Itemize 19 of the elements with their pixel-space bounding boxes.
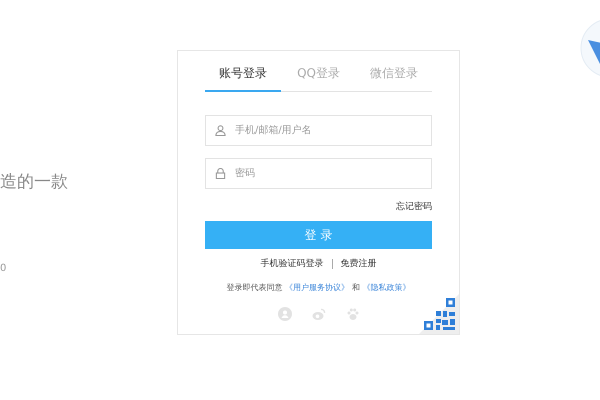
service-agreement-link[interactable]: 《用户服务协议》 bbox=[285, 283, 350, 292]
password-field[interactable]: 密码 bbox=[205, 158, 432, 189]
lock-icon bbox=[215, 168, 226, 179]
paw-icon[interactable] bbox=[346, 307, 360, 321]
person-circle-icon[interactable] bbox=[278, 307, 292, 321]
tagline-text: 造的一款 bbox=[0, 171, 69, 193]
login-tab[interactable]: 账号登录 bbox=[205, 59, 281, 92]
username-field[interactable]: 手机/邮箱/用户名 bbox=[205, 115, 432, 146]
user-icon bbox=[215, 125, 226, 136]
sms-login-link[interactable]: 手机验证码登录 bbox=[260, 257, 324, 270]
register-link[interactable]: 免费注册 bbox=[340, 257, 376, 270]
login-tab[interactable]: 微信登录 bbox=[356, 59, 432, 92]
qr-code-icon[interactable] bbox=[419, 294, 459, 334]
forgot-password-link[interactable]: 忘记密码 bbox=[396, 200, 432, 213]
login-button[interactable]: 登 录 bbox=[205, 221, 432, 249]
login-tab[interactable]: QQ登录 bbox=[280, 59, 356, 92]
footnote-text: 0 bbox=[0, 263, 8, 274]
privacy-policy-link[interactable]: 《隐私政策》 bbox=[362, 283, 410, 292]
agreement-text: 登录即代表同意 《用户服务协议》 和 《隐私政策》 bbox=[226, 282, 412, 293]
